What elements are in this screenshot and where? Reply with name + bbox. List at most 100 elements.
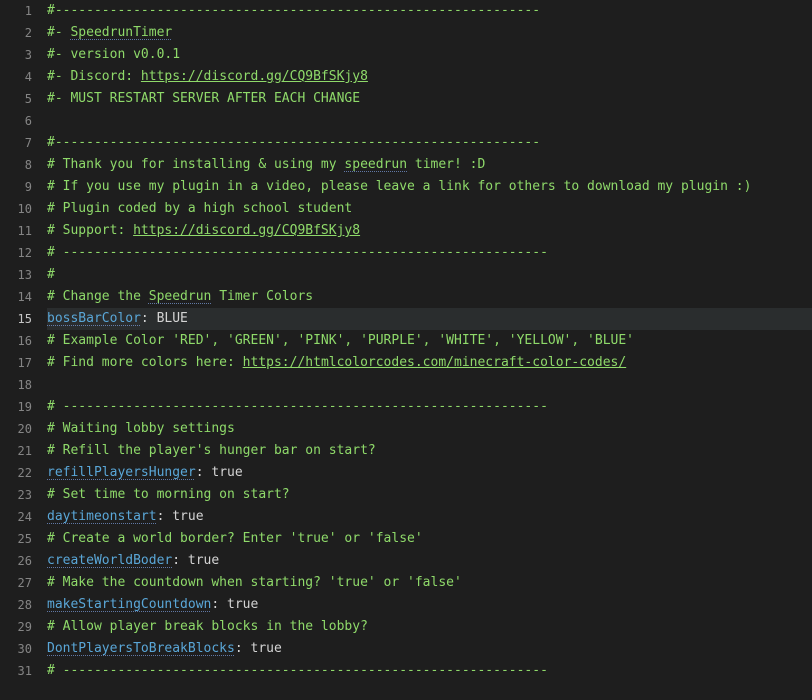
code-line[interactable]: #- MUST RESTART SERVER AFTER EACH CHANGE (47, 88, 812, 110)
line-number: 3 (0, 44, 32, 66)
code-line[interactable]: DontPlayersToBreakBlocks: true (47, 638, 812, 660)
line-number: 18 (0, 374, 32, 396)
code-line[interactable]: #- Discord: https://discord.gg/CQ9BfSKjy… (47, 66, 812, 88)
line-number: 23 (0, 484, 32, 506)
code-line[interactable]: # Find more colors here: https://htmlcol… (47, 352, 812, 374)
line-number: 9 (0, 176, 32, 198)
code-token: # --------------------------------------… (47, 663, 548, 678)
line-number: 12 (0, 242, 32, 264)
line-number: 16 (0, 330, 32, 352)
line-number: 4 (0, 66, 32, 88)
code-token: Speedrun (149, 289, 212, 304)
code-line[interactable]: # --------------------------------------… (47, 242, 812, 264)
code-line[interactable]: #- SpeedrunTimer (47, 22, 812, 44)
code-token: speedrun (344, 157, 407, 172)
line-number: 24 (0, 506, 32, 528)
code-line[interactable]: # Make the countdown when starting? 'tru… (47, 572, 812, 594)
code-line[interactable]: # Refill the player's hunger bar on star… (47, 440, 812, 462)
code-token: # --------------------------------------… (47, 245, 548, 260)
code-token: # Example Color 'RED', 'GREEN', 'PINK', … (47, 333, 634, 348)
code-line[interactable]: # Change the Speedrun Timer Colors (47, 286, 812, 308)
code-line[interactable] (47, 374, 812, 396)
code-line[interactable]: # --------------------------------------… (47, 396, 812, 418)
line-number: 27 (0, 572, 32, 594)
code-token: #- (47, 25, 70, 40)
code-line[interactable]: # Plugin coded by a high school student (47, 198, 812, 220)
code-editor[interactable]: 1234567891011121314151617181920212223242… (0, 0, 812, 700)
code-token: # Refill the player's hunger bar on star… (47, 443, 376, 458)
code-token: https://htmlcolorcodes.com/minecraft-col… (243, 355, 627, 370)
code-token: Timer Colors (211, 289, 313, 304)
line-number: 19 (0, 396, 32, 418)
code-line[interactable]: # Set time to morning on start? (47, 484, 812, 506)
code-token: #---------------------------------------… (47, 3, 540, 18)
code-token: # Plugin coded by a high school student (47, 201, 352, 216)
line-number: 17 (0, 352, 32, 374)
line-number: 10 (0, 198, 32, 220)
code-token: daytimeonstart (47, 509, 157, 524)
code-token: # --------------------------------------… (47, 399, 548, 414)
code-token: refillPlayersHunger (47, 465, 196, 480)
code-token: https://discord.gg/CQ9BfSKjy8 (141, 69, 368, 84)
code-token: # Find more colors here: (47, 355, 243, 370)
code-token: #- Discord: (47, 69, 141, 84)
code-line[interactable]: #---------------------------------------… (47, 0, 812, 22)
code-line[interactable]: #---------------------------------------… (47, 132, 812, 154)
line-number: 31 (0, 660, 32, 682)
line-number: 6 (0, 110, 32, 132)
code-token: # Set time to morning on start? (47, 487, 290, 502)
code-token: https://discord.gg/CQ9BfSKjy8 (133, 223, 360, 238)
code-line[interactable]: # Allow player break blocks in the lobby… (47, 616, 812, 638)
line-number: 2 (0, 22, 32, 44)
code-token: # (47, 267, 55, 282)
line-number: 28 (0, 594, 32, 616)
code-token: SpeedrunTimer (70, 25, 172, 40)
code-line[interactable]: # Support: https://discord.gg/CQ9BfSKjy8 (47, 220, 812, 242)
line-number: 30 (0, 638, 32, 660)
line-number: 26 (0, 550, 32, 572)
code-line[interactable] (47, 110, 812, 132)
code-lines: #---------------------------------------… (47, 0, 812, 682)
code-token: #- MUST RESTART SERVER AFTER EACH CHANGE (47, 91, 360, 106)
code-token: # Create a world border? Enter 'true' or… (47, 531, 423, 546)
code-token: : true (235, 641, 282, 656)
code-line[interactable]: # Thank you for installing & using my sp… (47, 154, 812, 176)
code-token: # Make the countdown when starting? 'tru… (47, 575, 462, 590)
code-token: makeStartingCountdown (47, 597, 211, 612)
code-line[interactable]: # (47, 264, 812, 286)
line-number: 15 (0, 308, 32, 330)
code-token: DontPlayersToBreakBlocks (47, 641, 235, 656)
code-line[interactable]: bossBarColor: BLUE (47, 308, 812, 330)
line-number: 8 (0, 154, 32, 176)
code-token: #- version v0.0.1 (47, 47, 180, 62)
code-token: bossBarColor (47, 311, 141, 326)
code-area[interactable]: #---------------------------------------… (42, 0, 812, 700)
code-token: # Allow player break blocks in the lobby… (47, 619, 368, 634)
code-token: : true (157, 509, 204, 524)
code-line[interactable]: # If you use my plugin in a video, pleas… (47, 176, 812, 198)
code-line[interactable]: # --------------------------------------… (47, 660, 812, 682)
code-line[interactable]: #- version v0.0.1 (47, 44, 812, 66)
line-number: 1 (0, 0, 32, 22)
code-token: # Support: (47, 223, 133, 238)
code-line[interactable]: # Example Color 'RED', 'GREEN', 'PINK', … (47, 330, 812, 352)
line-number: 22 (0, 462, 32, 484)
code-token: : true (172, 553, 219, 568)
code-line[interactable]: # Create a world border? Enter 'true' or… (47, 528, 812, 550)
line-number: 14 (0, 286, 32, 308)
line-number: 5 (0, 88, 32, 110)
code-line[interactable]: createWorldBoder: true (47, 550, 812, 572)
line-number: 7 (0, 132, 32, 154)
code-line[interactable]: # Waiting lobby settings (47, 418, 812, 440)
code-token: : BLUE (141, 311, 188, 326)
code-line[interactable]: refillPlayersHunger: true (47, 462, 812, 484)
code-token: : true (211, 597, 258, 612)
code-token: # Thank you for installing & using my (47, 157, 344, 172)
line-number: 20 (0, 418, 32, 440)
code-line[interactable]: makeStartingCountdown: true (47, 594, 812, 616)
code-token: # Change the (47, 289, 149, 304)
line-number-gutter: 1234567891011121314151617181920212223242… (0, 0, 42, 700)
code-line[interactable]: daytimeonstart: true (47, 506, 812, 528)
line-number: 11 (0, 220, 32, 242)
line-number: 13 (0, 264, 32, 286)
